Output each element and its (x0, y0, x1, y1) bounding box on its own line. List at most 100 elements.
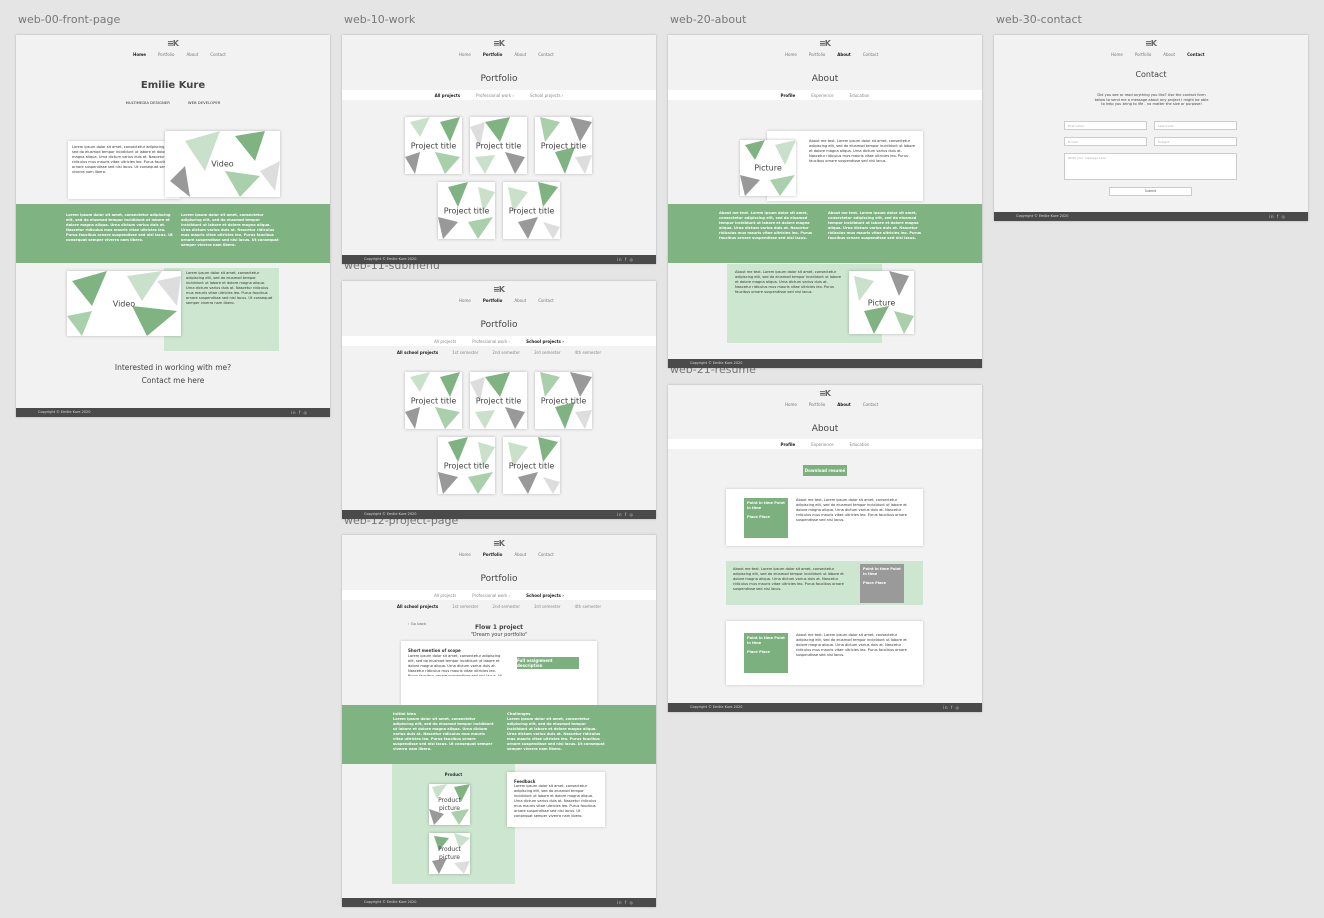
tab-professional-work[interactable]: Professional work › (476, 93, 514, 98)
social-icons[interactable]: in f ◎ (943, 705, 960, 710)
nav-home[interactable]: Home (785, 402, 797, 407)
last-name-field[interactable]: Last name (1154, 121, 1237, 130)
sub-semester[interactable]: 3rd semester (534, 604, 561, 609)
project-tile[interactable]: Project title (535, 117, 592, 174)
first-name-field[interactable]: First name (1064, 121, 1147, 130)
nav-contact[interactable]: Contact (863, 52, 879, 57)
sub-semester[interactable]: 2nd semester (492, 350, 520, 355)
logo[interactable]: ≡K (819, 39, 831, 48)
cta-link[interactable]: Contact me here (16, 376, 330, 385)
nav-portfolio[interactable]: Portfolio (809, 52, 825, 57)
sub-semester[interactable]: 4th semester (575, 350, 602, 355)
nav-portfolio[interactable]: Portfolio (483, 298, 503, 303)
picture-tile[interactable]: Picture (740, 140, 796, 196)
nav-contact[interactable]: Contact (1187, 52, 1204, 57)
project-tile[interactable]: Project title (470, 372, 527, 429)
nav-contact[interactable]: Contact (538, 552, 554, 557)
tab-all-projects[interactable]: All projects (435, 93, 461, 98)
nav-contact[interactable]: Contact (538, 52, 554, 57)
picture-tile[interactable]: Picture (849, 271, 914, 334)
nav-home[interactable]: Home (459, 298, 471, 303)
nav-contact[interactable]: Contact (863, 402, 879, 407)
logo[interactable]: ≡K (1145, 39, 1157, 48)
sub-all-school[interactable]: All school projects (397, 604, 438, 609)
nav-portfolio[interactable]: Portfolio (809, 402, 825, 407)
sub-semester[interactable]: 1st semester (452, 350, 478, 355)
tab-school-projects[interactable]: School projects › (530, 93, 563, 98)
social-icons[interactable]: in f ◎ (617, 257, 634, 262)
sub-semester[interactable]: 4th semester (575, 604, 602, 609)
nav-about[interactable]: About (837, 52, 850, 57)
page-title: Portfolio (480, 320, 518, 330)
tab-school-projects[interactable]: School projects › (526, 339, 564, 344)
tab-profile[interactable]: Profile (781, 442, 796, 447)
project-tile[interactable]: Project title (438, 437, 495, 494)
nav-about[interactable]: About (514, 552, 526, 557)
tab-all-projects[interactable]: All projects (434, 339, 456, 344)
project-title: Project title (475, 141, 522, 150)
tab-professional-work[interactable]: Professional work › (472, 593, 510, 598)
tab-education[interactable]: Education (850, 442, 870, 447)
social-icons[interactable]: in f ◎ (1269, 214, 1286, 219)
video-tile[interactable]: Video (165, 131, 280, 197)
social-icons[interactable]: in f ◎ (617, 900, 634, 905)
message-field[interactable]: Write your message here (1064, 153, 1237, 180)
main-nav: Home Portfolio About Contact (1111, 52, 1205, 57)
sub-all-school[interactable]: All school projects (397, 350, 438, 355)
project-tile[interactable]: Project title (405, 117, 462, 174)
logo[interactable]: ≡K (493, 539, 505, 548)
tab-school-projects[interactable]: School projects › (526, 593, 564, 598)
nav-about[interactable]: About (837, 402, 850, 407)
nav-home[interactable]: Home (133, 52, 146, 57)
logo[interactable]: ≡K (493, 39, 505, 48)
nav-about[interactable]: About (1163, 52, 1175, 57)
video-tile[interactable]: Video (67, 271, 181, 336)
tab-experience[interactable]: Experience (811, 93, 833, 98)
nav-portfolio[interactable]: Portfolio (483, 52, 503, 57)
logo[interactable]: ≡K (493, 285, 505, 294)
nav-home[interactable]: Home (459, 552, 471, 557)
product-picture[interactable]: Product picture (429, 833, 470, 874)
project-tile[interactable]: Project title (535, 372, 592, 429)
download-resume-button[interactable]: Download resumé (803, 465, 847, 476)
nav-home[interactable]: Home (459, 52, 471, 57)
logo[interactable]: ≡K (167, 39, 179, 48)
project-tile[interactable]: Project title (405, 372, 462, 429)
nav-portfolio[interactable]: Portfolio (483, 552, 503, 557)
project-title: Project title (540, 396, 587, 405)
nav-home[interactable]: Home (785, 52, 797, 57)
nav-portfolio[interactable]: Portfolio (158, 52, 174, 57)
tab-experience[interactable]: Experience (811, 442, 833, 447)
page-title: About (811, 424, 839, 434)
project-tile[interactable]: Project title (438, 182, 495, 239)
resume-text: About me text. Lorem ipsum dolor sit ame… (796, 498, 907, 522)
nav-about[interactable]: About (186, 52, 198, 57)
artboard-contact: ≡K Home Portfolio About Contact Contact … (994, 35, 1308, 221)
email-field[interactable]: E-mail (1064, 137, 1147, 146)
tab-professional-work[interactable]: Professional work › (472, 339, 510, 344)
subject-field[interactable]: Subject (1154, 137, 1237, 146)
project-tile[interactable]: Project title (503, 182, 560, 239)
nav-contact[interactable]: Contact (538, 298, 554, 303)
nav-about[interactable]: About (514, 52, 526, 57)
nav-about[interactable]: About (514, 298, 526, 303)
nav-portfolio[interactable]: Portfolio (1135, 52, 1151, 57)
tab-all-projects[interactable]: All projects (434, 593, 456, 598)
social-icons[interactable]: in f ◎ (617, 512, 634, 517)
product-picture[interactable]: Product picture (429, 784, 470, 825)
project-tile[interactable]: Project title (503, 437, 560, 494)
project-tile[interactable]: Project title (470, 117, 527, 174)
social-icons[interactable]: in f ◎ (291, 410, 308, 415)
copyright: Copyright © Emilie Kure 2020 (364, 900, 417, 904)
submit-button[interactable]: Submit (1109, 187, 1192, 196)
logo[interactable]: ≡K (819, 389, 831, 398)
tab-education[interactable]: Education (850, 93, 870, 98)
sub-semester[interactable]: 1st semester (452, 604, 478, 609)
sub-semester[interactable]: 2nd semester (492, 604, 520, 609)
nav-home[interactable]: Home (1111, 52, 1123, 57)
tab-profile[interactable]: Profile (781, 93, 796, 98)
time-box: Point in time Point in time Place Place (860, 564, 904, 603)
sub-semester[interactable]: 3rd semester (534, 350, 561, 355)
assignment-button[interactable]: Full assignment description (517, 657, 579, 669)
nav-contact[interactable]: Contact (210, 52, 226, 57)
